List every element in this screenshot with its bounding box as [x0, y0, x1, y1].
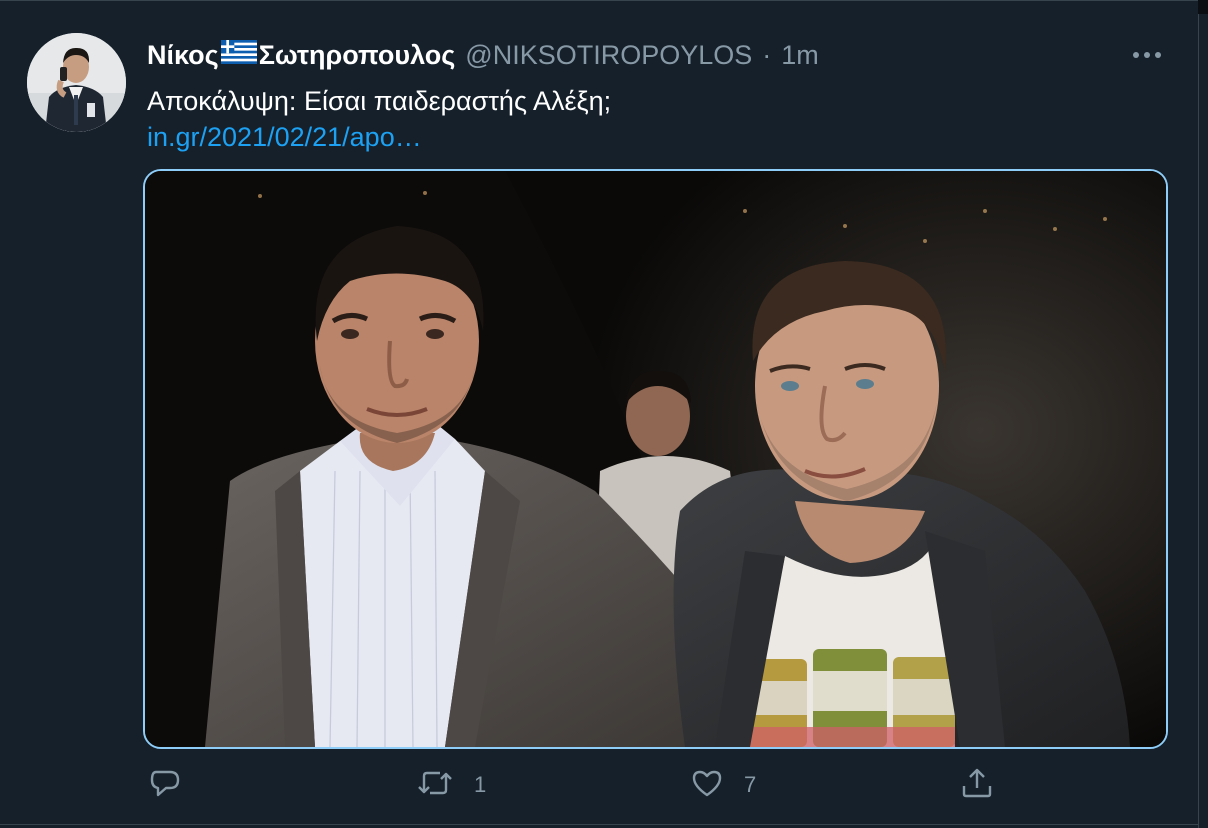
- more-options-icon[interactable]: [1130, 43, 1164, 67]
- greek-flag-icon: [220, 38, 257, 72]
- retweet-icon: [416, 766, 454, 805]
- avatar[interactable]: [27, 33, 126, 132]
- tweet-link[interactable]: in.gr/2021/02/21/apo…: [147, 120, 422, 154]
- tweet-header: Νίκος Σωτηροπουλος @NIKSOTIROPOYLOS · 1m: [147, 38, 819, 72]
- timeline-right-border: [1198, 0, 1208, 828]
- display-name-first[interactable]: Νίκος: [147, 38, 219, 72]
- reply-icon: [148, 766, 182, 805]
- bottom-divider: [0, 824, 1198, 825]
- tweet-text: Αποκάλυψη: Είσαι παιδεραστής Αλέξη;: [147, 86, 612, 116]
- reply-button[interactable]: [148, 760, 202, 810]
- timestamp[interactable]: 1m: [781, 38, 819, 72]
- display-name-last[interactable]: Σωτηροπουλος: [259, 38, 456, 72]
- display-name[interactable]: Νίκος Σωτηροπουλος: [147, 38, 455, 72]
- share-icon: [960, 766, 994, 805]
- retweet-count: 1: [474, 772, 487, 797]
- top-divider: [0, 0, 1198, 1]
- user-handle[interactable]: @NIKSOTIROPOYLOS: [465, 38, 752, 72]
- tweet-card[interactable]: Νίκος Σωτηροπουλος @NIKSOTIROPOYLOS · 1m: [0, 0, 1208, 828]
- like-count: 7: [744, 772, 757, 797]
- retweet-button[interactable]: 1: [416, 760, 486, 810]
- tweet-photo[interactable]: [143, 169, 1168, 749]
- heart-icon: [690, 766, 724, 805]
- tweet-actions: 1 7: [0, 760, 1200, 810]
- separator-dot: ·: [762, 40, 772, 70]
- like-button[interactable]: 7: [690, 760, 756, 810]
- share-button[interactable]: [960, 760, 994, 810]
